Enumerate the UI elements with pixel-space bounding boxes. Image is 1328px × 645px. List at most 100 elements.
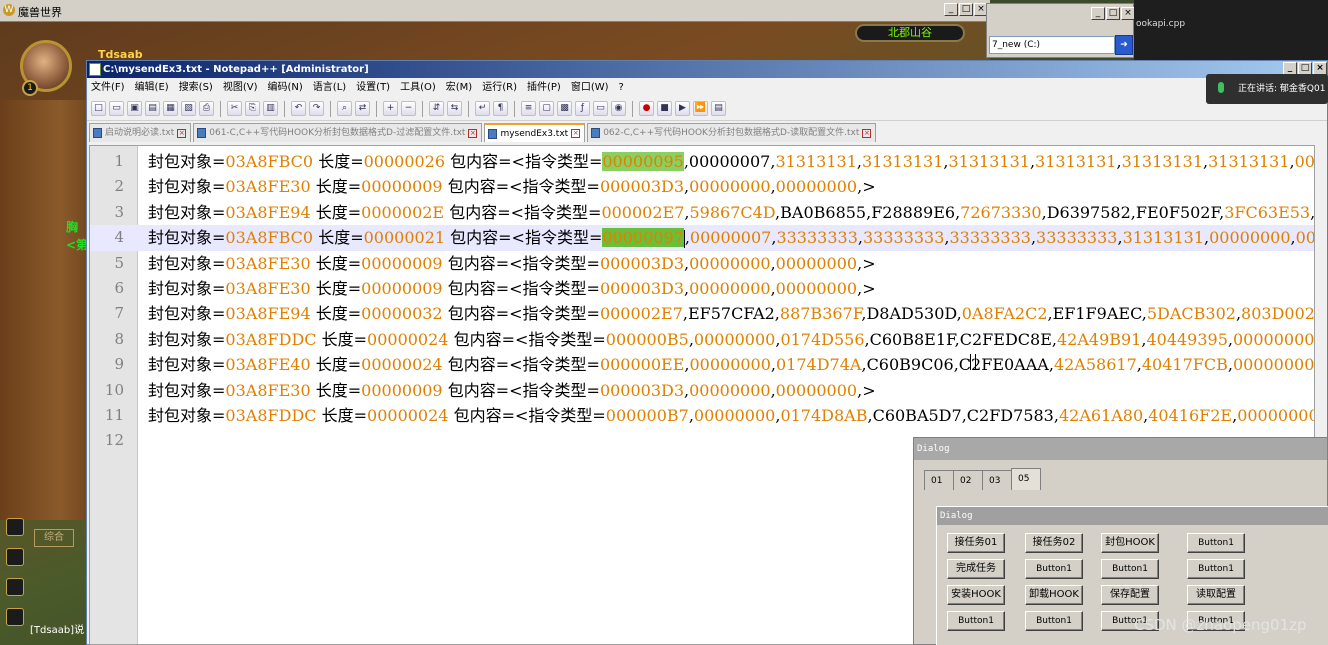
command-type: 000003D3	[599, 177, 685, 197]
play-macro-icon[interactable]: ▶	[675, 101, 690, 116]
arrow-down-icon[interactable]	[6, 608, 24, 626]
lang-icon[interactable]: ▢	[539, 101, 554, 116]
dialog-button[interactable]: 保存配置	[1101, 585, 1159, 605]
record-macro-icon[interactable]: ●	[639, 101, 654, 116]
new-file-icon[interactable]: □	[91, 101, 106, 116]
menu-item[interactable]: 编辑(E)	[135, 78, 169, 97]
indent-guide-icon[interactable]: ≡	[521, 101, 536, 116]
copy-icon[interactable]: ⎘	[245, 101, 260, 116]
redo-icon[interactable]: ↷	[309, 101, 324, 116]
menu-item[interactable]: 语言(L)	[313, 78, 346, 97]
inner-dialog-title: Dialog	[937, 507, 1328, 525]
minimize-icon[interactable]: _	[944, 3, 958, 16]
zoom-in-icon[interactable]: +	[383, 101, 398, 116]
function-list-icon[interactable]: ƒ	[575, 101, 590, 116]
minimize-icon[interactable]: _	[1091, 7, 1105, 20]
monitor-icon[interactable]: ◉	[611, 101, 626, 116]
doc-map-icon[interactable]: ▩	[557, 101, 572, 116]
menu-item[interactable]: 搜索(S)	[179, 78, 213, 97]
close-tab-icon[interactable]: ×	[862, 128, 872, 138]
packet-value: 00000000	[775, 177, 858, 197]
stop-macro-icon[interactable]: ■	[657, 101, 672, 116]
menu-item[interactable]: ?	[619, 78, 624, 97]
dialog-button[interactable]: Button1	[1187, 533, 1245, 553]
close-tab-icon[interactable]: ×	[571, 129, 581, 138]
dialog-button[interactable]: 接任务01	[947, 533, 1005, 553]
quest-text-2: <第	[66, 238, 89, 252]
print-icon[interactable]: ⎙	[199, 101, 214, 116]
maximize-icon[interactable]: □	[1106, 7, 1120, 20]
folder-icon[interactable]: ▭	[593, 101, 608, 116]
dialog-button[interactable]: Button1	[947, 611, 1005, 631]
save-macro-icon[interactable]: ▤	[711, 101, 726, 116]
packet-length: 00000009	[361, 253, 443, 273]
zoom-out-icon[interactable]: −	[401, 101, 416, 116]
label-content: 包内容=<指令类型=	[447, 304, 600, 324]
chat-bubble-icon[interactable]	[6, 548, 24, 566]
arrow-up-icon[interactable]	[6, 578, 24, 596]
show-all-chars-icon[interactable]: ¶	[493, 101, 508, 116]
go-icon[interactable]: ➜	[1115, 35, 1133, 55]
menu-item[interactable]: 编码(N)	[268, 78, 303, 97]
dialog-button[interactable]: 封包HOOK	[1101, 533, 1159, 553]
packet-value: C60B8E1F	[869, 329, 955, 349]
line-number: 8	[114, 329, 124, 348]
file-tab[interactable]: mysendEx3.txt ×	[484, 123, 586, 142]
packet-value: 00000031	[1294, 152, 1315, 171]
maximize-icon[interactable]: □	[959, 3, 973, 16]
wrap-icon[interactable]: ↵	[475, 101, 490, 116]
dialog-tab[interactable]: 01	[924, 470, 954, 490]
paste-icon[interactable]: ▥	[263, 101, 278, 116]
save-icon[interactable]: ▣	[127, 101, 142, 116]
dialog-button[interactable]: 完成任务	[947, 559, 1005, 579]
command-type: 00000095	[602, 152, 684, 171]
close-icon[interactable]: ×	[1121, 7, 1135, 20]
packet-value: 31313131	[1035, 152, 1117, 171]
voice-indicator: 正在讲话: 郁金香Q01	[1206, 74, 1328, 104]
address-field[interactable]: 7_new (C:)	[989, 36, 1115, 54]
menu-item[interactable]: 文件(F)	[91, 78, 125, 97]
find-icon[interactable]: ⌕	[337, 101, 352, 116]
player-level: 1	[22, 80, 38, 96]
close-file-icon[interactable]: ▦	[163, 101, 178, 116]
save-all-icon[interactable]: ▤	[145, 101, 160, 116]
menu-item[interactable]: 窗口(W)	[571, 78, 609, 97]
dialog-button[interactable]: 接任务02	[1025, 533, 1083, 553]
dialog-tab[interactable]: 02	[953, 470, 983, 490]
dialog-tab[interactable]: 05	[1011, 468, 1041, 490]
menu-item[interactable]: 设置(T)	[356, 78, 390, 97]
dialog-button[interactable]: 卸载HOOK	[1025, 585, 1083, 605]
menu-item[interactable]: 工具(O)	[400, 78, 436, 97]
dialog-button[interactable]: Button1	[1025, 611, 1083, 631]
sync-v-icon[interactable]: ⇵	[429, 101, 444, 116]
label-object: 封包对象=	[148, 355, 226, 375]
menu-item[interactable]: 运行(R)	[482, 78, 517, 97]
dialog-button[interactable]: 读取配置	[1187, 585, 1245, 605]
undo-icon[interactable]: ↶	[291, 101, 306, 116]
packet-value: 0A8FA2C2	[961, 304, 1048, 324]
replace-icon[interactable]: ⇄	[355, 101, 370, 116]
menu-item[interactable]: 宏(M)	[446, 78, 472, 97]
lock-icon[interactable]	[6, 518, 24, 536]
dialog-button[interactable]: Button1	[1101, 559, 1159, 579]
menu-item[interactable]: 插件(P)	[527, 78, 561, 97]
close-tab-icon[interactable]: ×	[468, 128, 478, 138]
cut-icon[interactable]: ✂	[227, 101, 242, 116]
close-all-icon[interactable]: ▧	[181, 101, 196, 116]
menu-item[interactable]: 视图(V)	[223, 78, 258, 97]
close-tab-icon[interactable]: ×	[177, 128, 187, 138]
file-tab[interactable]: 启动说明必读.txt ×	[89, 123, 192, 142]
file-tab[interactable]: 061-C,C++写代码HOOK分析封包数据格式D-过滤配置文件.txt ×	[193, 123, 483, 142]
chat-tab-general[interactable]: 综合	[34, 529, 74, 547]
label-content: 包内容=<指令类型=	[450, 152, 603, 171]
packet-address: 03A8FE30	[225, 278, 311, 298]
open-file-icon[interactable]: ▭	[109, 101, 124, 116]
dialog-button[interactable]: 安装HOOK	[947, 585, 1005, 605]
dialog-tab[interactable]: 03	[982, 470, 1012, 490]
play-multiple-icon[interactable]: ⏩	[693, 101, 708, 116]
dialog-button[interactable]: Button1	[1187, 559, 1245, 579]
sync-h-icon[interactable]: ⇆	[447, 101, 462, 116]
dialog-button[interactable]: Button1	[1025, 559, 1083, 579]
packet-end: >	[862, 177, 876, 197]
file-tab[interactable]: 062-C,C++写代码HOOK分析封包数据格式D-读取配置文件.txt ×	[587, 123, 877, 142]
